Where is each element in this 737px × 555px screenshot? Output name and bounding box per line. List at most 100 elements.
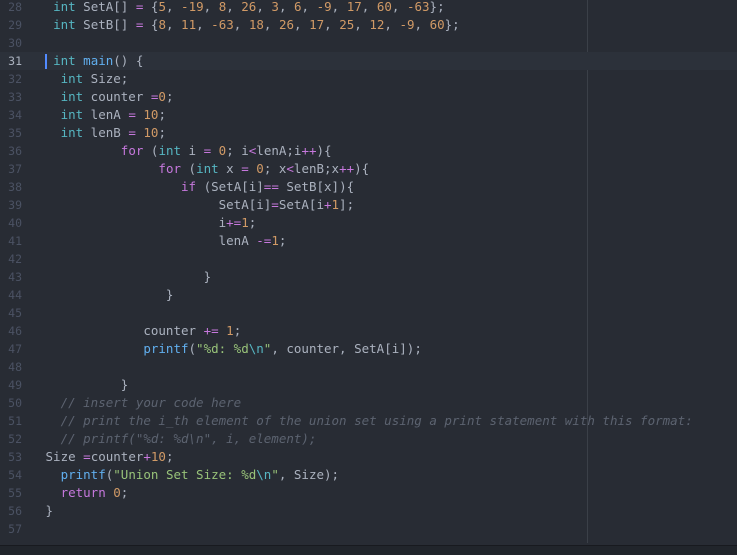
code-token: \n — [256, 467, 272, 482]
line-number[interactable]: 38 — [0, 178, 22, 196]
code-token: , — [226, 0, 242, 14]
line-number[interactable]: 39 — [0, 196, 22, 214]
code-line[interactable]: 39 SetA[i]=SetA[i+1]; — [0, 196, 737, 214]
code-token: -= — [256, 233, 272, 248]
line-number[interactable]: 33 — [0, 88, 22, 106]
code-line[interactable]: 36 for (int i = 0; i<lenA;i++){ — [0, 142, 737, 160]
code-token: int — [60, 107, 84, 122]
code-line[interactable]: 28 int SetA[] = {5, -19, 8, 26, 3, 6, -9… — [0, 0, 737, 16]
code-token: ++ — [301, 143, 317, 158]
code-text: int Size; — [38, 70, 129, 88]
line-number[interactable]: 30 — [0, 34, 22, 52]
code-token: int — [60, 125, 84, 140]
code-token: } — [38, 503, 54, 518]
code-token: = — [83, 449, 91, 464]
code-text: // insert your code here — [38, 394, 242, 412]
line-number[interactable]: 52 — [0, 430, 22, 448]
code-token: -19 — [181, 0, 204, 14]
line-number[interactable]: 37 — [0, 160, 22, 178]
code-line[interactable]: 45 — [0, 304, 737, 322]
code-line[interactable]: 50 // insert your code here — [0, 394, 737, 412]
code-token: Size — [38, 449, 84, 464]
line-number[interactable]: 57 — [0, 520, 22, 538]
line-number[interactable]: 45 — [0, 304, 22, 322]
line-number[interactable]: 56 — [0, 502, 22, 520]
code-token: ++ — [339, 161, 355, 176]
code-token: 26 — [278, 17, 294, 32]
code-editor[interactable]: 28 int SetA[] = {5, -19, 8, 26, 3, 6, -9… — [0, 0, 737, 543]
code-token: 11 — [181, 17, 197, 32]
line-number[interactable]: 29 — [0, 16, 22, 34]
line-number[interactable]: 32 — [0, 70, 22, 88]
code-line[interactable]: 48 — [0, 358, 737, 376]
code-token: // print the i_th element of the union s… — [60, 413, 693, 428]
code-line[interactable]: 49 } — [0, 376, 737, 394]
code-token: -9 — [399, 17, 415, 32]
line-number[interactable]: 54 — [0, 466, 22, 484]
code-line[interactable]: 44 } — [0, 286, 737, 304]
line-number[interactable]: 53 — [0, 448, 22, 466]
line-number[interactable]: 40 — [0, 214, 22, 232]
code-line[interactable]: 51 // print the i_th element of the unio… — [0, 412, 737, 430]
code-token: SetB[x]){ — [278, 179, 355, 194]
code-line[interactable]: 41 lenA -=1; — [0, 232, 737, 250]
code-token: { — [143, 17, 159, 32]
code-line[interactable]: 42 — [0, 250, 737, 268]
code-line[interactable]: 30 — [0, 34, 737, 52]
code-line[interactable]: 33 int counter =0; — [0, 88, 737, 106]
code-line[interactable]: 43 } — [0, 268, 737, 286]
code-token: } — [38, 287, 174, 302]
code-line[interactable]: 32 int Size; — [0, 70, 737, 88]
code-line[interactable]: 55 return 0; — [0, 484, 737, 502]
line-number[interactable]: 47 — [0, 340, 22, 358]
code-line[interactable]: 47 printf("%d: %d\n", counter, SetA[i]); — [0, 340, 737, 358]
code-line[interactable]: 52 // printf("%d: %d\n", i, element); — [0, 430, 737, 448]
line-number[interactable]: 49 — [0, 376, 22, 394]
code-token: , — [301, 0, 317, 14]
code-line[interactable]: 46 counter += 1; — [0, 322, 737, 340]
code-line[interactable]: 40 i+=1; — [0, 214, 737, 232]
code-token: += — [203, 323, 219, 338]
line-number[interactable]: 46 — [0, 322, 22, 340]
line-number[interactable]: 42 — [0, 250, 22, 268]
line-number[interactable]: 43 — [0, 268, 22, 286]
code-token: , — [384, 17, 400, 32]
code-line[interactable]: 37 for (int x = 0; x<lenB;x++){ — [0, 160, 737, 178]
code-text: int lenB = 10; — [38, 124, 166, 142]
code-line[interactable]: 56 } — [0, 502, 737, 520]
line-number[interactable]: 51 — [0, 412, 22, 430]
code-line[interactable]: 38 if (SetA[i]== SetB[x]){ — [0, 178, 737, 196]
line-number[interactable]: 36 — [0, 142, 22, 160]
code-token: = — [203, 143, 212, 158]
code-line[interactable]: 57 — [0, 520, 737, 538]
line-number[interactable]: 41 — [0, 232, 22, 250]
code-line[interactable]: 35 int lenB = 10; — [0, 124, 737, 142]
line-number[interactable]: 35 — [0, 124, 22, 142]
line-number[interactable]: 28 — [0, 0, 22, 16]
code-line[interactable]: 31 int main() { — [0, 52, 737, 70]
code-text: int lenA = 10; — [38, 106, 166, 124]
line-number[interactable]: 34 — [0, 106, 22, 124]
code-text: int SetA[] = {5, -19, 8, 26, 3, 6, -9, 1… — [38, 0, 445, 16]
code-token: int — [53, 17, 76, 32]
code-line[interactable]: 53 Size =counter+10; — [0, 448, 737, 466]
line-number[interactable]: 44 — [0, 286, 22, 304]
line-number[interactable]: 48 — [0, 358, 22, 376]
code-text: Size =counter+10; — [38, 448, 174, 466]
code-line[interactable]: 29 int SetB[] = {8, 11, -63, 18, 26, 17,… — [0, 16, 737, 34]
code-token: , — [165, 17, 182, 32]
code-token: -63 — [211, 17, 234, 32]
code-line[interactable]: 34 int lenA = 10; — [0, 106, 737, 124]
code-token: for — [120, 143, 144, 158]
line-number[interactable]: 31 — [0, 52, 22, 70]
line-number[interactable]: 55 — [0, 484, 22, 502]
line-number[interactable]: 50 — [0, 394, 22, 412]
code-token: 3 — [271, 0, 279, 14]
code-token: += — [226, 215, 242, 230]
code-text: for (int x = 0; x<lenB;x++){ — [38, 160, 369, 178]
code-line[interactable]: 54 printf("Union Set Size: %d\n", Size); — [0, 466, 737, 484]
